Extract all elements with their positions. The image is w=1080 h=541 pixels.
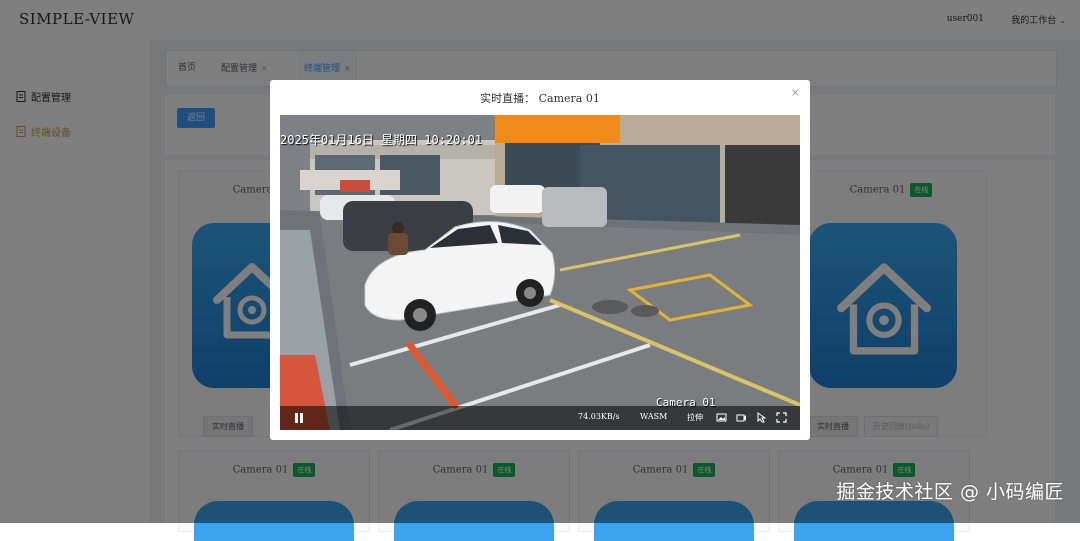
video-player[interactable]: 2025年01月16日 星期四 10:20:01 Camera 01 74.03… (280, 115, 800, 430)
ptz-icon[interactable] (756, 412, 767, 423)
bitrate-readout: 74.03KB/s (578, 412, 620, 421)
stretch-button[interactable]: 拉伸 (687, 412, 703, 423)
osd-datetime: 2025年01月16日 星期四 10:20:01 (280, 133, 483, 147)
live-stream-dialog: 实时直播： Camera 01 × 2025年01月16日 星期四 10:20:… (270, 80, 810, 440)
record-icon[interactable] (736, 412, 747, 423)
fullscreen-icon[interactable] (776, 412, 787, 423)
close-icon[interactable]: × (791, 86, 800, 99)
screenshot-icon[interactable] (716, 412, 727, 423)
watermark: 掘金技术社区 @ 小码编匠 (836, 481, 1064, 503)
pause-icon[interactable] (294, 412, 304, 424)
dialog-title: 实时直播： Camera 01 (480, 92, 600, 105)
decoder-label: WASM (640, 412, 668, 421)
player-controls: 74.03KB/s WASM 拉伸 (280, 406, 800, 430)
video-frame (280, 115, 800, 430)
